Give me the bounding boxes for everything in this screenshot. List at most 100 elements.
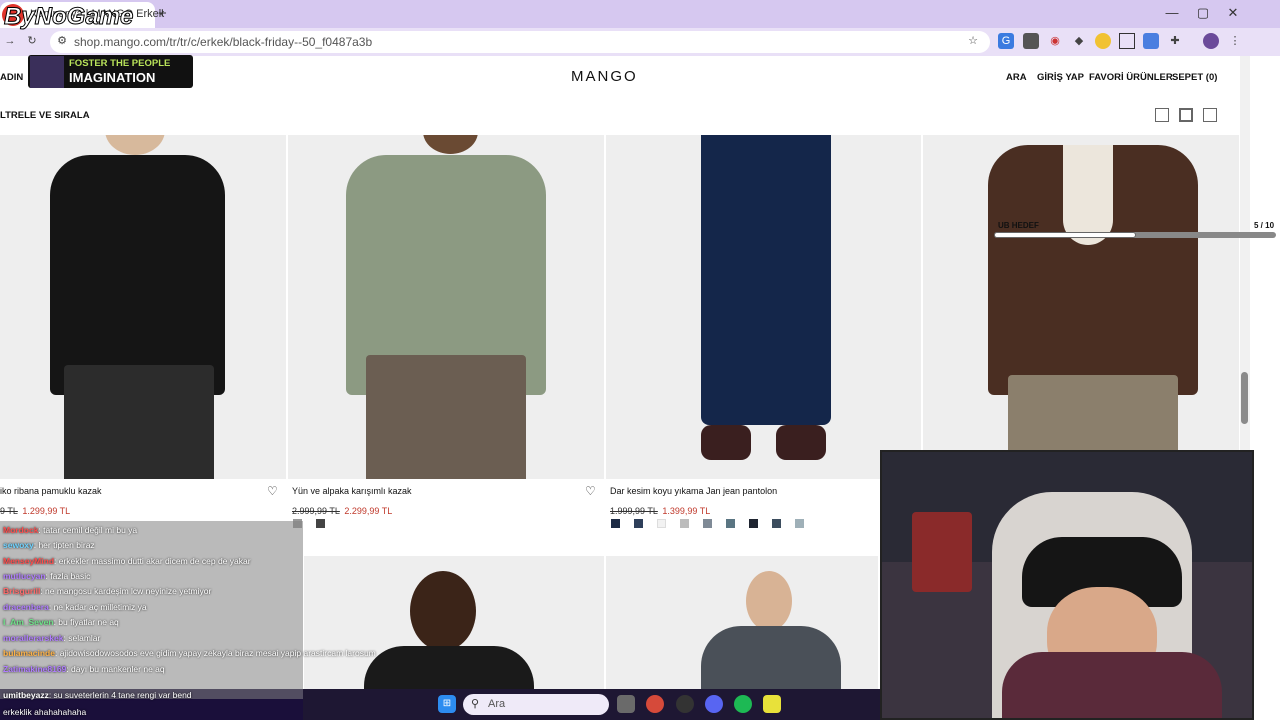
color-swatch[interactable] [657, 519, 666, 528]
extension-icon[interactable] [1119, 33, 1135, 49]
sale-price: 2.299,99 TL [344, 506, 393, 516]
nav-women-link[interactable]: ADIN [0, 72, 23, 83]
chrome-icon[interactable] [646, 695, 664, 713]
extension-icon[interactable] [1023, 33, 1039, 49]
scrollbar-thumb[interactable] [1241, 372, 1248, 424]
chat-message: sewoxy: her tipten biraz [3, 540, 95, 550]
extension-icon[interactable]: ◉ [1047, 33, 1063, 49]
close-icon[interactable]: ✕ [1222, 5, 1244, 21]
discord-icon[interactable] [705, 695, 723, 713]
live-app-icon[interactable] [763, 695, 781, 713]
favorite-heart-icon[interactable]: ♡ [585, 484, 596, 498]
chat-text: : fazla basic [45, 571, 91, 581]
product-image[interactable] [288, 135, 604, 479]
product-price: 9 TL 1.299,99 TL [0, 501, 70, 519]
browser-tab-bar [0, 0, 1280, 28]
now-playing-artist: FOSTER THE PEOPLE [69, 58, 171, 69]
chat-username: bulamacinde [3, 648, 55, 658]
minimize-icon[interactable]: — [1161, 5, 1183, 20]
chat-username: dracenbera [3, 602, 49, 612]
extension-icon[interactable] [1095, 33, 1111, 49]
chat-username: Mordock [3, 525, 39, 535]
color-swatch[interactable] [316, 519, 325, 528]
product-price: 1.999,99 TL 1.399,99 TL [610, 501, 710, 519]
reload-icon[interactable]: ↻ [24, 33, 40, 49]
chat-text: : ajidowisodowosodos eve gidim yapay zek… [54, 648, 376, 658]
bookmark-star-icon[interactable]: ☆ [965, 33, 981, 49]
maximize-icon[interactable]: ▢ [1192, 5, 1214, 21]
chat-username: I_Am_Seven [3, 617, 54, 627]
extension-icon[interactable]: ◆ [1071, 33, 1087, 49]
color-swatch[interactable] [703, 519, 712, 528]
view-single-icon[interactable] [1155, 108, 1169, 122]
filter-sort-button[interactable]: LTRELE VE SIRALA [0, 110, 90, 121]
favorite-heart-icon[interactable]: ♡ [267, 484, 278, 498]
chat-message: Brisgurill: ne mangosu kardeşim lcw neyi… [3, 586, 211, 596]
url-text[interactable]: shop.mango.com/tr/tr/c/erkek/black-frida… [74, 35, 372, 49]
search-icon: ⚲ [471, 698, 480, 710]
chat-message: Mordock: tatar cemil değil mi bu ya [3, 525, 137, 535]
windows-start-icon[interactable]: ⊞ [438, 695, 456, 713]
product-image[interactable] [923, 135, 1239, 479]
chat-text: : su suveterlerin 4 tane rengi var bend [48, 690, 192, 700]
chat-username: Zatimakine8169 [3, 664, 67, 674]
chat-message: dracenbera: ne kadar aç milletimiz ya [3, 602, 147, 612]
taskbar-search[interactable] [463, 694, 609, 715]
translate-extension-icon[interactable]: G [998, 33, 1014, 49]
album-art [30, 56, 64, 88]
extensions-puzzle-icon[interactable]: ✚ [1167, 33, 1183, 49]
color-swatch[interactable] [749, 519, 758, 528]
sub-goal-progress [994, 232, 1136, 238]
site-info-icon[interactable]: ⚙ [54, 33, 70, 49]
nav-login[interactable]: GİRİŞ YAP [1037, 72, 1084, 83]
color-swatch[interactable] [772, 519, 781, 528]
color-swatch[interactable] [634, 519, 643, 528]
sub-goal-label: UB HEDEF [998, 221, 1039, 230]
product-name[interactable]: Yün ve alpaka karışımlı kazak [292, 486, 412, 496]
old-price: 9 TL [0, 506, 18, 516]
taskbar-search-placeholder: Ara [488, 698, 506, 710]
sale-price: 1.399,99 TL [662, 506, 711, 516]
mango-logo[interactable]: MANGO [571, 68, 638, 85]
menu-kebab-icon[interactable]: ⋮ [1227, 33, 1243, 49]
product-name[interactable]: Dar kesim koyu yıkama Jan jean pantolon [610, 486, 777, 496]
product-image[interactable] [606, 135, 921, 479]
chat-message: erkeklik ahahahahaha [3, 707, 86, 717]
chat-username: morallerarskek [3, 633, 64, 643]
forward-icon[interactable]: → [2, 33, 18, 49]
chat-text: erkeklik ahahahahaha [3, 707, 87, 717]
sale-price: 1.299,99 TL [22, 506, 71, 516]
product-image[interactable] [606, 556, 878, 689]
chat-message: bulamacinde: ajidowisodowosodos eve gidi… [3, 648, 376, 658]
chat-message: morallerarskek: selamlar [3, 633, 100, 643]
color-swatch[interactable] [795, 519, 804, 528]
new-tab-button[interactable]: + [158, 5, 167, 22]
chat-username: MenseyMind [3, 556, 55, 566]
old-price: 2.999,99 TL [292, 506, 340, 516]
view-double-icon[interactable] [1179, 108, 1193, 122]
sub-goal-count: 5 / 10 [1254, 221, 1275, 230]
nav-favorites[interactable]: FAVORİ ÜRÜNLER [1089, 72, 1173, 83]
chat-message: I_Am_Seven: bu fiyatlar ne aq [3, 617, 119, 627]
spotify-icon[interactable] [734, 695, 752, 713]
color-swatch[interactable] [680, 519, 689, 528]
github-icon[interactable] [676, 695, 694, 713]
view-grid-icon[interactable] [1203, 108, 1217, 122]
chat-text: : dayı bu mankenler ne aq [66, 664, 165, 674]
now-playing-song: IMAGINATION [69, 70, 156, 85]
color-swatch[interactable] [726, 519, 735, 528]
chat-text: : tatar cemil değil mi bu ya [38, 525, 138, 535]
product-image[interactable] [304, 556, 604, 689]
chat-message: MenseyMind: erkekler massimo dutti akar … [3, 556, 251, 566]
chat-message: mutlucyan: fazla basic [3, 571, 90, 581]
extension-icon[interactable] [1143, 33, 1159, 49]
nav-cart[interactable]: SEPET (0) [1172, 72, 1217, 83]
webcam-feed [880, 450, 1254, 720]
product-price: 2.999,99 TL 2.299,99 TL [292, 501, 392, 519]
nav-search[interactable]: ARA [1006, 72, 1027, 83]
file-explorer-icon[interactable] [617, 695, 635, 713]
product-name[interactable]: iko ribana pamuklu kazak [0, 486, 102, 496]
product-image[interactable] [0, 135, 286, 479]
color-swatch[interactable] [611, 519, 620, 528]
profile-avatar[interactable] [1203, 33, 1219, 49]
